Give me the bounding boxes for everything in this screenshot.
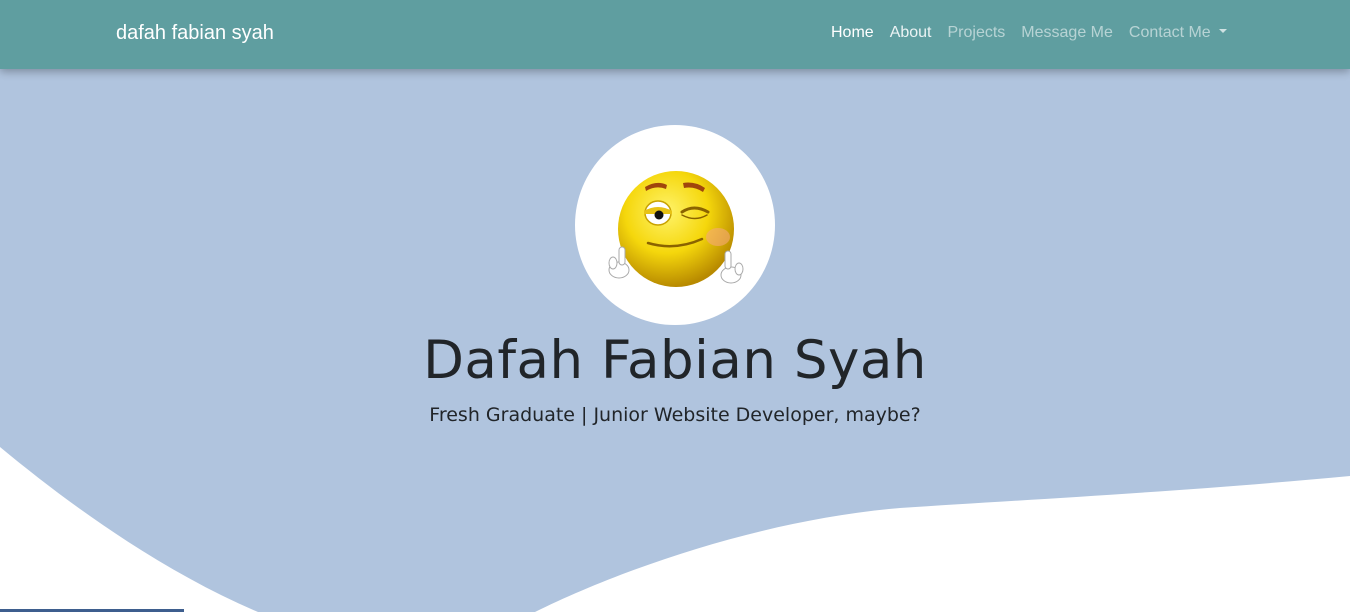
nav-dropdown-contact-me[interactable]: Contact Me <box>1129 24 1227 42</box>
hero-title: Dafah Fabian Syah <box>423 330 927 391</box>
nav-link-projects[interactable]: Projects <box>948 24 1006 42</box>
nav-link-message-me[interactable]: Message Me <box>1021 24 1113 42</box>
nav-dropdown-label: Contact Me <box>1128 24 1211 41</box>
hero-subtitle: Fresh Graduate | Junior Website Develope… <box>429 404 921 426</box>
winking-emoji-icon <box>608 171 744 287</box>
nav-link-home[interactable]: Home <box>831 24 874 42</box>
nav-link-about[interactable]: About <box>890 24 932 42</box>
caret-down-icon <box>1218 28 1227 33</box>
navbar-brand[interactable]: dafah fabian syah <box>116 22 274 45</box>
navbar: dafah fabian syah Home About Projects Me… <box>0 0 1350 69</box>
nav-links: Home About Projects Message Me Contact M… <box>831 24 1227 42</box>
hero-section: Dafah Fabian Syah Fresh Graduate | Junio… <box>0 0 1350 612</box>
avatar <box>575 125 775 325</box>
